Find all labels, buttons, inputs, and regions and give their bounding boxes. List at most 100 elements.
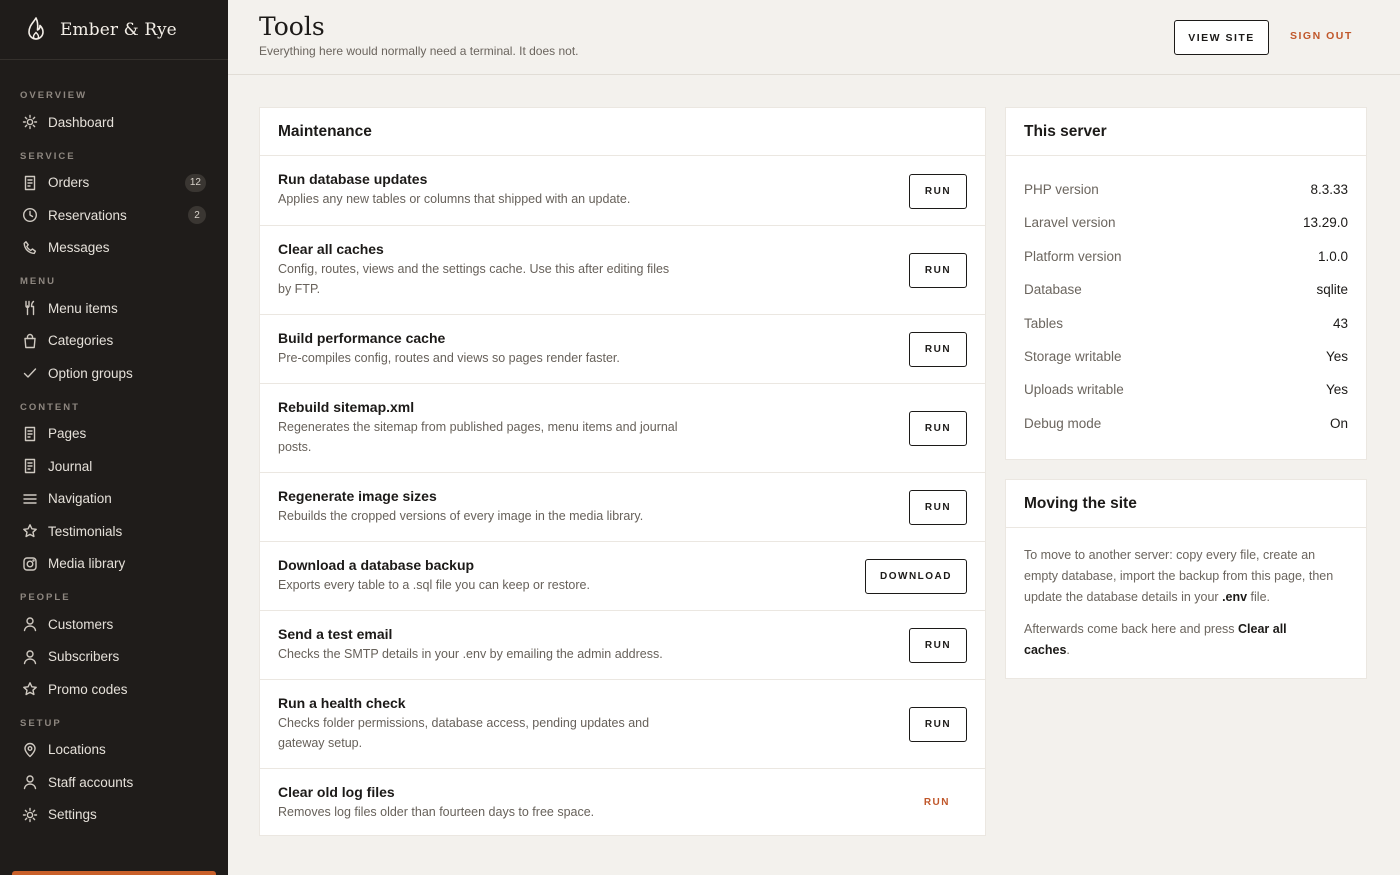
task-title: Run database updates bbox=[278, 171, 428, 187]
server-row-storage-writable: Storage writable Yes bbox=[1024, 349, 1348, 364]
task-description: Checks folder permissions, database acce… bbox=[278, 716, 650, 750]
task-description: Removes log files older than fourteen da… bbox=[278, 805, 595, 819]
server-row-value: Yes bbox=[1325, 349, 1348, 364]
moving-p2-text: Afterwards come back here and press bbox=[1024, 622, 1238, 636]
server-row-key: Debug mode bbox=[1024, 415, 1102, 431]
server-row-value: sqlite bbox=[1316, 282, 1348, 298]
task-description: Checks the SMTP details in your .env by … bbox=[278, 647, 663, 661]
sidebar-item-label: Media library bbox=[48, 556, 126, 572]
sidebar-item-menu-items[interactable]: Menu items bbox=[0, 292, 228, 325]
sidebar-item-testimonials[interactable]: Testimonials bbox=[0, 515, 228, 548]
moving-title: Moving the site bbox=[1006, 480, 1366, 528]
page-header: Tools Everything here would normally nee… bbox=[228, 0, 1400, 75]
server-row-key: Platform version bbox=[1024, 248, 1122, 264]
view-site-button[interactable]: VIEW SITE bbox=[1174, 20, 1269, 55]
server-row-value: Yes bbox=[1325, 382, 1348, 398]
sidebar-item-locations[interactable]: Locations bbox=[0, 734, 228, 767]
run-button[interactable]: RUN bbox=[909, 411, 967, 446]
clock-icon bbox=[22, 208, 38, 223]
run-button[interactable]: RUN bbox=[909, 490, 967, 525]
sidebar-accent-bar bbox=[12, 871, 216, 875]
sidebar-nav: OVERVIEW Dashboard SERVICE Orders 12 Reservat… bbox=[0, 60, 228, 831]
sidebar-item-label: Settings bbox=[48, 807, 97, 823]
task-title: Rebuild sitemap.xml bbox=[278, 399, 415, 415]
task-row-regenerate-image-sizes: Regenerate image sizes Rebuilds the cropp… bbox=[260, 473, 985, 542]
star-icon bbox=[23, 682, 37, 696]
sidebar-item-staff-accounts[interactable]: Staff accounts bbox=[0, 766, 228, 799]
section-label-people: PEOPLE bbox=[20, 592, 71, 603]
task-title: Regenerate image sizes bbox=[278, 488, 437, 504]
task-title: Run a health check bbox=[278, 695, 406, 711]
user-icon bbox=[23, 617, 37, 632]
user-icon bbox=[23, 650, 37, 664]
sidebar-item-orders[interactable]: Orders 12 bbox=[0, 167, 228, 200]
utensils-icon bbox=[25, 301, 35, 316]
moving-p1-end: file. bbox=[1247, 590, 1271, 604]
run-button[interactable]: RUN bbox=[909, 707, 967, 742]
receipt-icon bbox=[24, 175, 36, 190]
sidebar-item-reservations[interactable]: Reservations 2 bbox=[0, 199, 228, 232]
server-row-debug-mode: Debug mode On bbox=[1024, 416, 1348, 431]
sidebar-item-label: Option groups bbox=[48, 365, 133, 381]
task-title: Clear old log files bbox=[278, 784, 395, 800]
sidebar-item-journal[interactable]: Journal bbox=[0, 450, 228, 483]
sidebar-item-label: Promo codes bbox=[48, 681, 128, 697]
sidebar-item-label: Staff accounts bbox=[48, 774, 134, 790]
section-label-menu: MENU bbox=[20, 276, 56, 287]
run-button[interactable]: RUN bbox=[909, 253, 967, 288]
moving-card: Moving the site To move to another serve… bbox=[1005, 479, 1367, 679]
task-title: Clear all caches bbox=[278, 241, 384, 257]
server-row-value: 1.0.0 bbox=[1317, 248, 1348, 264]
sidebar-item-label: Locations bbox=[48, 742, 106, 758]
server-row-php-version: PHP version 8.3.33 bbox=[1024, 182, 1348, 197]
maintenance-title: Maintenance bbox=[260, 108, 985, 156]
sidebar-item-pages[interactable]: Pages bbox=[0, 418, 228, 451]
server-title: This server bbox=[1006, 108, 1366, 156]
download-button[interactable]: DOWNLOAD bbox=[865, 559, 967, 594]
server-row-key: PHP version bbox=[1024, 182, 1099, 197]
sidebar-item-option-groups[interactable]: Option groups bbox=[0, 357, 228, 390]
run-button[interactable]: RUN bbox=[909, 174, 967, 209]
sidebar-item-dashboard[interactable]: Dashboard bbox=[0, 106, 228, 139]
sidebar-item-label: Messages bbox=[48, 240, 110, 256]
count-badge: 12 bbox=[184, 173, 206, 192]
task-row-clear-old-log-files: Clear old log files Removes log files old… bbox=[260, 769, 985, 837]
sidebar-item-media-library[interactable]: Media library bbox=[0, 548, 228, 581]
section-label-service: SERVICE bbox=[20, 150, 76, 162]
sidebar-item-settings[interactable]: Settings bbox=[0, 799, 228, 832]
sidebar-item-messages[interactable]: Messages bbox=[0, 232, 228, 265]
brand[interactable]: Ember & Rye bbox=[0, 0, 228, 60]
menu-lines-icon bbox=[23, 494, 37, 504]
task-description: Pre-compiles config, routes and views so… bbox=[278, 351, 620, 365]
task-row-download-a-database-backup: Download a database backup Exports every … bbox=[260, 542, 985, 611]
moving-paragraph-1: To move to another server: copy every fi… bbox=[1024, 545, 1344, 608]
task-row-rebuild-sitemap-xml: Rebuild sitemap.xml Regenerates the sitem… bbox=[260, 384, 985, 473]
sidebar-item-label: Reservations bbox=[48, 207, 127, 223]
server-row-key: Laravel version bbox=[1024, 215, 1116, 231]
sidebar-item-navigation[interactable]: Navigation bbox=[0, 483, 228, 516]
sidebar-item-label: Dashboard bbox=[48, 114, 115, 130]
server-row-value: On bbox=[1329, 415, 1348, 431]
server-row-key: Tables bbox=[1024, 315, 1064, 331]
server-row-platform-version: Platform version 1.0.0 bbox=[1024, 249, 1348, 264]
pin-icon bbox=[24, 742, 36, 757]
server-row-value: 8.3.33 bbox=[1310, 182, 1348, 197]
sidebar-item-categories[interactable]: Categories bbox=[0, 325, 228, 358]
user-icon bbox=[23, 775, 37, 790]
sign-out-link[interactable]: SIGN OUT bbox=[1290, 30, 1353, 42]
server-row-key: Storage writable bbox=[1024, 349, 1122, 364]
run-button[interactable]: RUN bbox=[909, 628, 967, 663]
sidebar-item-subscribers[interactable]: Subscribers bbox=[0, 641, 228, 674]
run-link[interactable]: RUN bbox=[924, 797, 950, 808]
phone-icon bbox=[23, 240, 37, 254]
page-title: Tools bbox=[259, 12, 325, 41]
sidebar-item-promo-codes[interactable]: Promo codes bbox=[0, 673, 228, 706]
task-description: Applies any new tables or columns that s… bbox=[278, 192, 631, 206]
gear-icon bbox=[22, 807, 38, 822]
run-button[interactable]: RUN bbox=[909, 332, 967, 367]
task-row-run-a-health-check: Run a health check Checks folder permissi… bbox=[260, 680, 985, 769]
sidebar-item-customers[interactable]: Customers bbox=[0, 608, 228, 641]
task-title: Download a database backup bbox=[278, 557, 475, 573]
sidebar-item-label: Pages bbox=[48, 426, 87, 442]
task-title: Send a test email bbox=[278, 626, 393, 642]
